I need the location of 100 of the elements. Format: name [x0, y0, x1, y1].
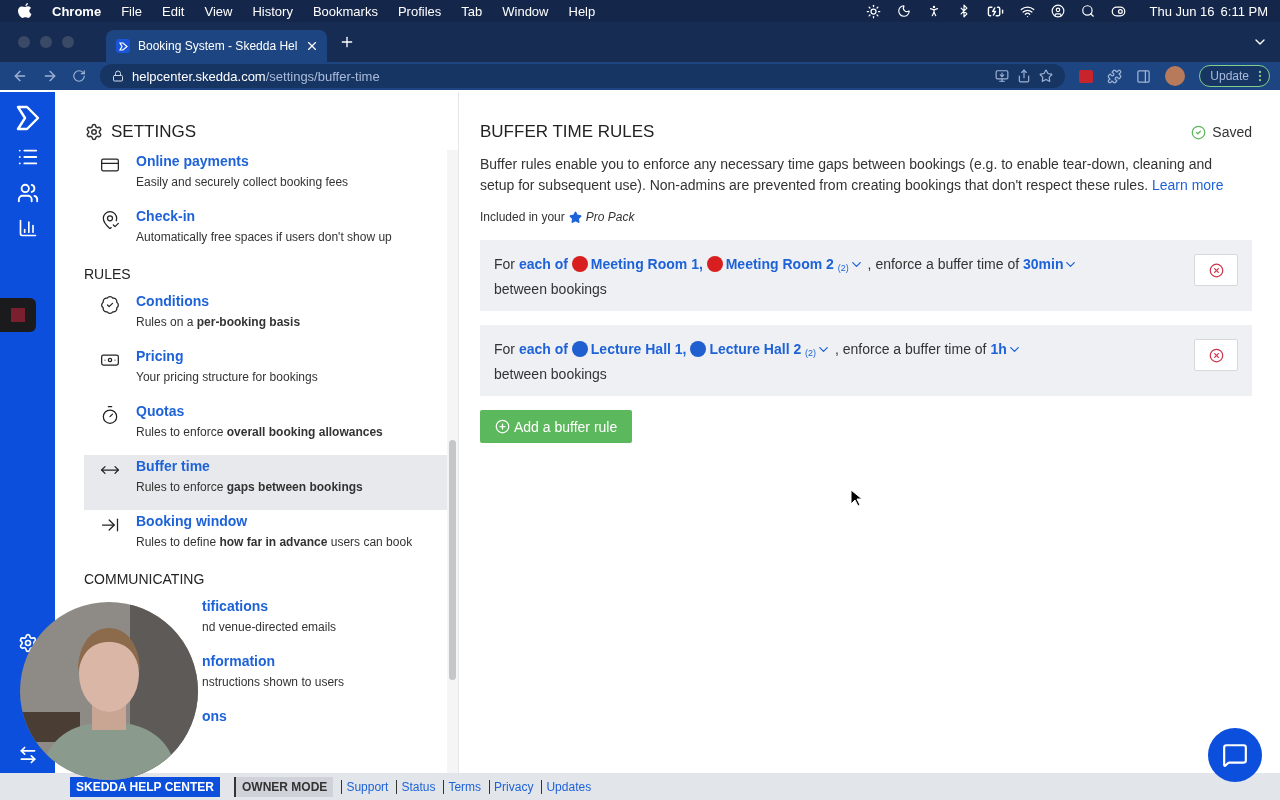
users-icon[interactable]	[16, 182, 39, 204]
check-circle-icon	[1191, 124, 1207, 140]
space-link[interactable]: Meeting Room 1,	[590, 256, 703, 272]
menu-item[interactable]: Edit	[162, 3, 185, 19]
footer-link[interactable]: Updates	[541, 779, 592, 794]
settings-item[interactable]: Online payments Easily and securely collect booking fees	[84, 150, 447, 205]
bookmark-star-icon[interactable]	[1039, 69, 1054, 83]
footer-link[interactable]: Status	[396, 779, 436, 794]
menu-item[interactable]: History	[252, 3, 293, 19]
page-title: BUFFER TIME RULES	[480, 122, 655, 142]
menu-item[interactable]: Profiles	[397, 3, 442, 19]
item-description: nd venue-directed emails	[202, 620, 337, 634]
side-panel-icon[interactable]	[1136, 68, 1152, 84]
pin-check-icon	[100, 210, 120, 230]
scope-link[interactable]: each of	[518, 341, 568, 357]
settings-item[interactable]: Check-in Automatically free spaces if users don't show up	[84, 205, 447, 260]
duration-link[interactable]: 30min	[1023, 256, 1064, 272]
rule-text: , enforce a buffer time of	[835, 341, 987, 357]
timer-icon	[100, 405, 120, 425]
footer-link[interactable]: Privacy	[489, 779, 534, 794]
item-title[interactable]: Quotas	[136, 403, 383, 419]
favicon-icon	[116, 39, 130, 53]
extensions-icon[interactable]	[1107, 68, 1123, 84]
item-title[interactable]: Booking window	[136, 513, 413, 529]
item-title[interactable]: ons	[202, 708, 227, 724]
footer-link[interactable]: Terms	[443, 779, 482, 794]
section-heading: RULES	[84, 266, 132, 282]
browser-tab[interactable]: Booking System - Skedda Hel	[106, 30, 328, 62]
panel-title: SETTINGS	[111, 122, 196, 142]
wifi-icon[interactable]	[1019, 3, 1035, 19]
menu-item[interactable]: File	[121, 3, 143, 19]
settings-item[interactable]: Quotas Rules to enforce overall booking allowances	[84, 400, 447, 455]
chat-button[interactable]	[1208, 728, 1262, 782]
sun-icon[interactable]	[865, 3, 881, 19]
star-icon	[568, 210, 582, 224]
chart-icon[interactable]	[17, 218, 38, 238]
item-description: Rules to enforce overall booking allowances	[136, 425, 383, 439]
settings-item[interactable]: Buffer time Rules to enforce gaps between bookings	[84, 455, 447, 510]
update-button[interactable]: Update	[1199, 65, 1270, 87]
menu-item[interactable]: Tab	[461, 3, 483, 19]
item-description: nstructions shown to users	[202, 675, 345, 689]
user-icon[interactable]	[1050, 4, 1065, 18]
menu-time: 6:11 PM	[1220, 3, 1268, 19]
item-title[interactable]: tifications	[202, 598, 337, 614]
settings-item[interactable]: Booking window Rules to define how far in advance users can book	[84, 510, 447, 565]
learn-more-link[interactable]: Learn more	[1151, 177, 1224, 193]
settings-item[interactable]: Pricing Your pricing structure for bookings	[84, 345, 447, 400]
forward-icon[interactable]	[42, 68, 58, 84]
settings-item[interactable]: nformation nstructions shown to users	[202, 650, 447, 705]
item-description: Rules to define how far in advance users can book	[136, 535, 413, 549]
remove-button[interactable]	[1194, 254, 1238, 286]
rule-text: , enforce a buffer time of	[867, 256, 1020, 272]
settings-item[interactable]: Conditions Rules on a per-booking basis	[84, 290, 447, 345]
apple-icon[interactable]	[18, 3, 32, 19]
space-count: (2)	[837, 263, 849, 273]
back-icon[interactable]	[12, 68, 28, 84]
rule-text: For	[494, 341, 515, 357]
space-link[interactable]: Meeting Room 2	[725, 256, 834, 272]
footer-link[interactable]: Support	[341, 779, 389, 794]
menu-item[interactable]: View	[204, 3, 233, 19]
menu-item[interactable]: Bookmarks	[312, 3, 378, 19]
address-bar[interactable]: helpcenter.skedda.com/settings/buffer-time	[100, 64, 1066, 88]
menu-item[interactable]: Chrome	[52, 3, 102, 19]
reload-icon[interactable]	[72, 69, 86, 83]
item-title[interactable]: Online payments	[136, 153, 349, 169]
space-link[interactable]: Lecture Hall 2	[709, 341, 802, 357]
item-title[interactable]: Pricing	[136, 348, 318, 364]
badge-check-icon	[100, 295, 120, 315]
rule-text: between bookings	[494, 281, 607, 297]
item-description: Rules to enforce gaps between bookings	[136, 480, 363, 494]
close-circle-icon	[1208, 347, 1224, 363]
item-title[interactable]: Check-in	[136, 208, 392, 224]
section-heading: COMMUNICATING	[84, 571, 206, 587]
space-link[interactable]: Lecture Hall 1,	[590, 341, 687, 357]
remove-button[interactable]	[1194, 339, 1238, 371]
plus-circle-icon	[495, 419, 510, 434]
item-description: Automatically free spaces if users don't show up	[136, 230, 392, 244]
moon-icon[interactable]	[896, 4, 911, 18]
settings-item[interactable]: ons	[202, 705, 447, 760]
settings-item[interactable]: tifications nd venue-directed emails	[202, 595, 447, 650]
menu-item[interactable]: Window	[502, 3, 549, 19]
item-title[interactable]: Conditions	[136, 293, 301, 309]
mode-label: OWNER MODE	[234, 776, 334, 797]
scrollbar[interactable]	[447, 150, 458, 773]
saved-status: Saved	[1212, 124, 1252, 140]
settings-icon[interactable]	[17, 633, 38, 653]
profile-avatar[interactable]	[1165, 66, 1186, 86]
item-title[interactable]: Buffer time	[136, 458, 363, 474]
close-circle-icon	[1208, 262, 1224, 278]
share-icon[interactable]	[1017, 69, 1032, 83]
rule-text: For	[494, 256, 515, 272]
duration-link[interactable]: 1h	[990, 341, 1007, 357]
search-icon[interactable]	[1080, 4, 1095, 18]
item-title[interactable]: nformation	[202, 653, 345, 669]
menu-item[interactable]: Help	[568, 3, 596, 19]
brand-label: SKEDDA HELP CENTER	[70, 776, 221, 797]
control-center-icon[interactable]	[1110, 3, 1126, 19]
item-description: Your pricing structure for bookings	[136, 370, 318, 384]
install-icon[interactable]	[995, 69, 1010, 83]
scope-link[interactable]: each of	[518, 256, 568, 272]
